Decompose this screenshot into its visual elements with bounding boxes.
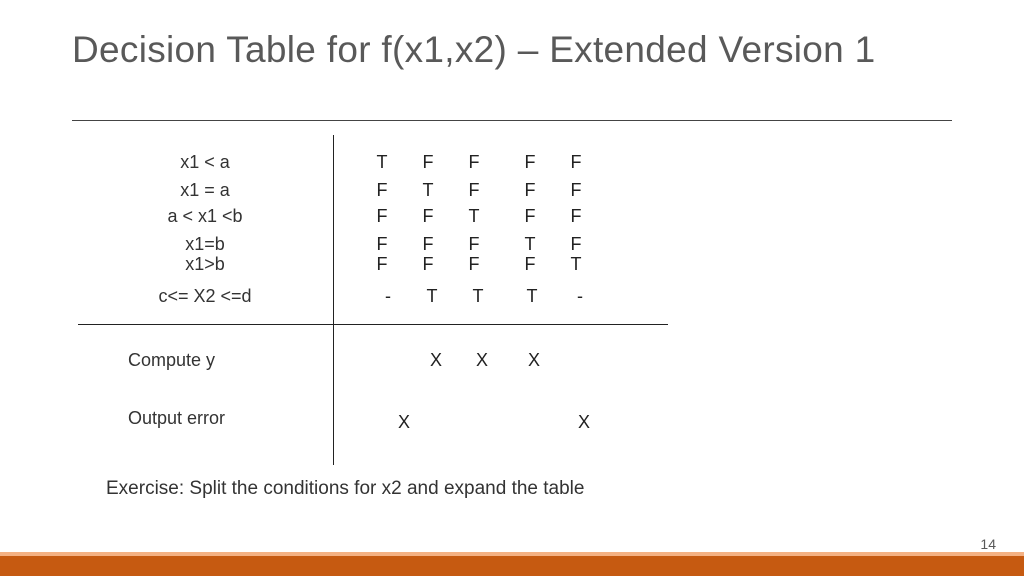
matrix-cell: F <box>416 234 440 255</box>
condition-label: x1>b <box>100 254 310 275</box>
matrix-cell: F <box>370 206 394 227</box>
action-mark: X <box>470 350 494 371</box>
matrix-cell: F <box>416 206 440 227</box>
action-label: Output error <box>128 408 225 429</box>
matrix-cell: T <box>518 234 542 255</box>
matrix-cell: F <box>462 254 486 275</box>
action-label: Compute y <box>128 350 215 371</box>
matrix-cell: - <box>568 286 592 307</box>
matrix-cell: F <box>518 180 542 201</box>
page-number: 14 <box>980 536 996 552</box>
matrix-cell: F <box>518 152 542 173</box>
matrix-cell: F <box>518 254 542 275</box>
matrix-cell: F <box>370 254 394 275</box>
action-mark: X <box>522 350 546 371</box>
matrix-cell: - <box>376 286 400 307</box>
condition-label: x1=b <box>100 234 310 255</box>
slide-footer <box>0 552 1024 576</box>
action-mark: X <box>572 412 596 433</box>
matrix-cell: F <box>564 206 588 227</box>
slide-title: Decision Table for f(x1,x2) – Extended V… <box>72 28 964 72</box>
matrix-cell: T <box>462 206 486 227</box>
condition-label: a < x1 <b <box>100 206 310 227</box>
matrix-cell: F <box>462 234 486 255</box>
exercise-text: Exercise: Split the conditions for x2 an… <box>106 478 584 500</box>
table-vertical-divider <box>333 135 334 465</box>
action-mark: X <box>392 412 416 433</box>
title-underline <box>72 120 952 121</box>
matrix-cell: T <box>370 152 394 173</box>
condition-label: x1 = a <box>100 180 310 201</box>
action-mark: X <box>424 350 448 371</box>
matrix-cell: T <box>520 286 544 307</box>
matrix-cell: F <box>462 180 486 201</box>
matrix-cell: T <box>420 286 444 307</box>
matrix-cell: T <box>564 254 588 275</box>
matrix-cell: T <box>416 180 440 201</box>
matrix-cell: F <box>462 152 486 173</box>
matrix-cell: F <box>370 234 394 255</box>
matrix-cell: F <box>416 152 440 173</box>
matrix-cell: F <box>564 180 588 201</box>
table-horizontal-divider <box>78 324 668 325</box>
matrix-cell: F <box>416 254 440 275</box>
condition-label: c<= X2 <=d <box>100 286 310 307</box>
matrix-cell: F <box>564 152 588 173</box>
matrix-cell: F <box>370 180 394 201</box>
condition-label: x1 < a <box>100 152 310 173</box>
matrix-cell: F <box>564 234 588 255</box>
matrix-cell: F <box>518 206 542 227</box>
footer-bar <box>0 556 1024 576</box>
matrix-cell: T <box>466 286 490 307</box>
